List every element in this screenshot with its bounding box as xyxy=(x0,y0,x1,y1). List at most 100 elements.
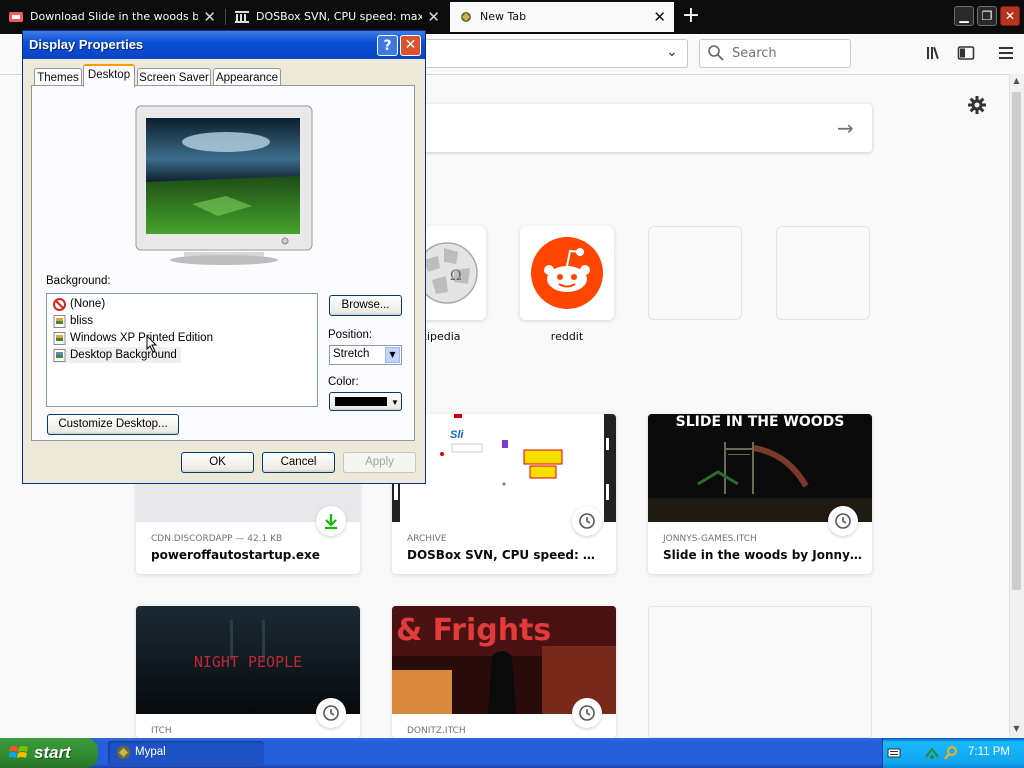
list-item-label: Windows XP Printed Edition xyxy=(70,332,213,344)
clock-badge xyxy=(572,698,602,728)
cancel-button[interactable]: Cancel xyxy=(262,452,335,473)
list-item-selected[interactable]: Desktop Background xyxy=(53,347,181,363)
card-source: CDN.DISCORDAPP — 42.1 KB xyxy=(151,534,283,544)
clock-badge xyxy=(828,506,858,536)
position-label: Position: xyxy=(328,329,373,341)
search-icon xyxy=(708,45,724,61)
tab-desktop[interactable]: Desktop xyxy=(83,64,135,87)
top-site-empty[interactable] xyxy=(776,226,870,320)
top-site-empty[interactable] xyxy=(648,226,742,320)
svg-text:Ω: Ω xyxy=(450,268,462,284)
clock-badge xyxy=(572,506,602,536)
chevron-down-icon: ▼ xyxy=(391,398,399,407)
library-icon[interactable] xyxy=(925,44,943,62)
clock-icon xyxy=(835,513,851,529)
dialog-close-button[interactable]: ✕ xyxy=(400,35,421,56)
tab-title: DOSBox SVN, CPU speed: max 100 xyxy=(256,10,422,23)
card-source: JONNYS-GAMES.ITCH xyxy=(663,534,757,544)
tab-title: Download Slide in the woods by Jo xyxy=(30,10,198,23)
taskbar-item-mypal[interactable] xyxy=(108,741,264,765)
scrollbar-thumb[interactable] xyxy=(1012,92,1021,590)
position-select[interactable]: Stretch ▼ xyxy=(329,345,402,365)
tab-themes[interactable]: Themes xyxy=(34,68,82,86)
card-source: ITCH xyxy=(151,726,172,736)
svg-text:Sli: Sli xyxy=(450,429,464,441)
thumbnail-caption: NIGHT PEOPLE xyxy=(194,653,302,671)
mouse-cursor-icon xyxy=(146,335,158,353)
mypal-favicon-icon xyxy=(461,12,471,22)
card-source: DONITZ.ITCH xyxy=(407,726,466,736)
highlight-card-frights[interactable]: & Frights DONITZ.ITCH xyxy=(392,606,616,738)
url-bar[interactable] xyxy=(420,39,688,68)
scroll-up-arrow-icon[interactable]: ▲ xyxy=(1012,76,1021,86)
tab-close-icon[interactable]: ✕ xyxy=(653,2,666,32)
card-title: DOSBox SVN, CPU speed: max 1... xyxy=(407,548,607,562)
magnifier-icon[interactable] xyxy=(943,745,959,761)
keyboard-icon[interactable] xyxy=(887,746,901,760)
gear-icon[interactable] xyxy=(966,94,988,116)
highlight-card-empty xyxy=(648,606,872,738)
background-list[interactable]: (None) bliss Windows XP Printed Edition … xyxy=(46,293,318,407)
window-close-button[interactable]: ✕ xyxy=(1000,6,1020,26)
itch-favicon-icon xyxy=(9,12,23,22)
tab-new-tab[interactable]: New Tab ✕ xyxy=(450,2,674,32)
clock-icon xyxy=(579,513,595,529)
card-source: ARCHIVE xyxy=(407,534,447,544)
position-value: Stretch xyxy=(333,348,370,360)
thumbnail-caption: & Frights xyxy=(396,613,551,648)
clock: 7:11 PM xyxy=(968,746,1010,758)
menu-icon[interactable] xyxy=(997,44,1015,62)
card-title: poweroffautostartup.exe xyxy=(151,548,320,562)
image-file-icon xyxy=(53,315,66,328)
top-site-reddit[interactable] xyxy=(520,226,614,320)
card-title: Slide in the woods by Jonny's Ga... xyxy=(663,548,863,562)
sidebar-icon[interactable] xyxy=(957,44,975,62)
mypal-app-icon xyxy=(117,746,130,759)
ok-button[interactable]: OK xyxy=(181,452,254,473)
image-file-icon xyxy=(53,349,66,362)
list-item-label: bliss xyxy=(70,315,94,327)
list-item-label: (None) xyxy=(70,298,106,310)
taskbar-item-label: Mypal xyxy=(135,746,166,758)
search-placeholder: Search xyxy=(732,46,777,61)
image-file-icon xyxy=(53,332,66,345)
clock-badge xyxy=(316,698,346,728)
newtab-search-box[interactable] xyxy=(412,104,872,152)
color-label: Color: xyxy=(328,376,359,388)
network-icon[interactable] xyxy=(924,745,940,761)
tab-close-icon[interactable]: ✕ xyxy=(203,2,216,32)
thumbnail-caption: SLIDE IN THE WOODS xyxy=(676,414,845,430)
apply-button[interactable]: Apply xyxy=(343,452,416,473)
color-swatch xyxy=(335,397,387,406)
clock-icon xyxy=(323,705,339,721)
restore-button[interactable]: ❐ xyxy=(977,6,997,26)
new-tab-button[interactable]: + xyxy=(680,3,702,29)
tab-slide-in-the-woods[interactable]: Download Slide in the woods by Jo ✕ xyxy=(0,2,224,32)
tab-screen-saver[interactable]: Screen Saver xyxy=(137,68,211,86)
chevron-down-icon[interactable]: ▼ xyxy=(385,347,400,363)
highlight-card-slide-in-the-woods[interactable]: SLIDE IN THE WOODS JONNYS-GAMES.ITCH Sli… xyxy=(648,414,872,574)
tab-dosbox[interactable]: DOSBox SVN, CPU speed: max 100 ✕ xyxy=(226,2,448,32)
chevron-down-icon[interactable]: ⌄ xyxy=(662,44,682,62)
monitor-preview xyxy=(135,105,313,265)
archive-favicon-icon xyxy=(235,11,249,23)
arrow-right-icon[interactable]: → xyxy=(837,116,854,140)
customize-desktop-button[interactable]: Customize Desktop... xyxy=(47,414,179,435)
windows-logo-icon xyxy=(9,746,28,758)
highlight-card-night-people[interactable]: NIGHT PEOPLE ITCH xyxy=(136,606,360,738)
color-picker-button[interactable]: ▼ xyxy=(329,392,402,411)
dialog-title: Display Properties xyxy=(29,37,144,52)
minimize-button[interactable]: ▁ xyxy=(954,6,974,26)
browse-button[interactable]: Browse... xyxy=(329,295,402,316)
reddit-logo-icon xyxy=(531,237,603,309)
tab-title: New Tab xyxy=(480,10,527,23)
start-label: start xyxy=(34,743,71,762)
list-item-label: Desktop Background xyxy=(70,349,177,361)
help-button[interactable]: ? xyxy=(377,35,398,56)
download-icon xyxy=(325,514,337,530)
tab-appearance[interactable]: Appearance xyxy=(213,68,281,86)
none-icon xyxy=(53,298,66,311)
tab-close-icon[interactable]: ✕ xyxy=(427,2,440,32)
scroll-down-arrow-icon[interactable]: ▼ xyxy=(1012,724,1021,734)
background-label: Background: xyxy=(46,275,111,287)
